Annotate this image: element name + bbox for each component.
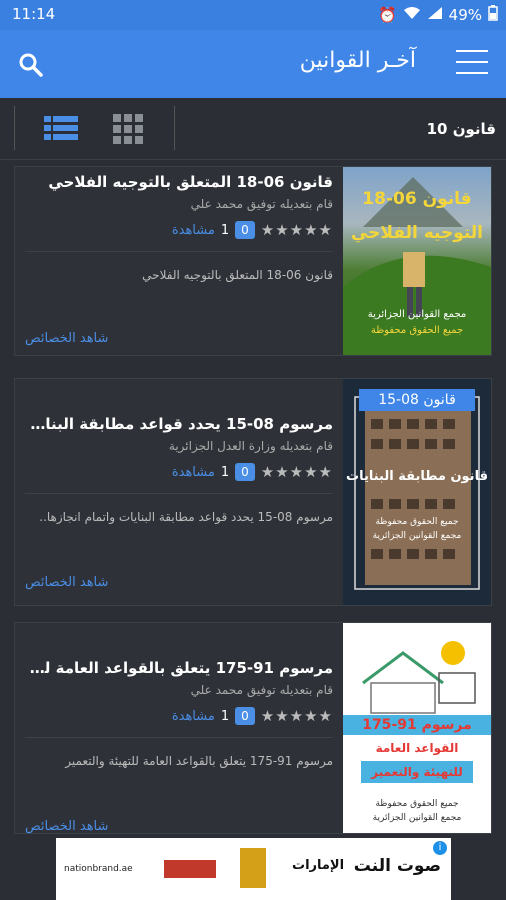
divider [174,106,175,150]
law-title[interactable]: مرسوم 91-175 يتعلق بالقواعد العامة للتهي… [25,659,333,677]
law-info: قانون 06-18 المتعلق بالتوجيه الفلاحي قام… [25,173,333,286]
rating-badge: 0 [235,463,255,481]
views-count: 1 [220,708,230,724]
battery-icon [488,5,498,25]
law-author: قام بتعديله توفيق محمد علي [190,197,333,211]
cover-subtitle: القواعد العامة [375,741,459,755]
law-title[interactable]: مرسوم 08-15 يحدد قواعد مطابقة البنايات و… [25,415,333,433]
ad-banner[interactable]: nationbrand.ae الإمارات صوت النت i [56,838,451,900]
search-icon[interactable] [18,52,44,78]
law-author: قام بتعديله وزارة العدل الجزائرية [168,439,333,453]
ad-info-icon[interactable]: i [433,841,447,855]
law-description: مرسوم 91-175 يتعلق بالقواعد العامة للتهي… [65,754,333,768]
cover-footer: جميع الحقوق محفوظة [370,325,464,336]
divider [25,251,333,252]
rating-badge: 0 [235,221,255,239]
ad-brand: nationbrand.ae [64,864,133,874]
cover-title: قانون 08-15 [359,389,475,411]
divider [25,737,333,738]
cover-footer: جميع الحقوق محفوظة [375,799,459,809]
app-bar: آخـر القوانين [0,30,506,98]
cover-subtitle: للتهيئة والتعمير [371,765,463,779]
law-meta: مشاهدة 1 0 ★★★★★ [25,707,333,725]
ad-logo [164,860,216,878]
book-cover[interactable]: قانون 08-15 قانون مطابقة البنايات جميع ا… [343,379,491,605]
view-details-link[interactable]: شاهد الخصائص [25,819,108,834]
divider [25,493,333,494]
law-title[interactable]: قانون 06-18 المتعلق بالتوجيه الفلاحي [25,173,333,191]
law-meta: مشاهدة 1 0 ★★★★★ [25,221,333,239]
law-author: قام بتعديله توفيق محمد علي [190,683,333,697]
page-title: آخـر القوانين [299,48,416,73]
cover-footer: جميع الحقوق محفوظة [375,517,459,527]
views-label: مشاهدة [171,708,215,724]
views-count: 1 [220,464,230,480]
view-details-link[interactable]: شاهد الخصائص [25,331,108,346]
list-item[interactable]: مرسوم 91-175 القواعد العامة للتهيئة والت… [14,622,492,834]
list-item[interactable]: قانون 08-15 قانون مطابقة البنايات جميع ا… [14,378,492,606]
law-description: مرسوم 08-15 يحدد قواعد مطابقة البنايات و… [39,510,333,524]
law-count: 10 قانون [426,120,496,138]
cover-subtitle: التوجيه الفلاحي [350,223,484,243]
cover-title: مرسوم 91-175 [362,717,472,733]
battery-percent: 49% [448,6,482,24]
cover-subtitle: قانون مطابقة البنايات [346,469,488,484]
view-details-link[interactable]: شاهد الخصائص [25,575,108,590]
views-count: 1 [220,222,230,238]
list-view-icon[interactable] [42,110,80,148]
ad-brand: صوت النت [353,856,441,876]
rating-badge: 0 [235,707,255,725]
law-info: مرسوم 08-15 يحدد قواعد مطابقة البنايات و… [25,415,333,528]
cover-footer: مجمع القوانين الجزائرية [367,309,467,320]
views-label: مشاهدة [171,464,215,480]
view-toolbar: 10 قانون [0,98,506,160]
cover-title: قانون 06-18 [362,189,472,209]
cover-footer: مجمع القوانين الجزائرية [372,531,462,541]
menu-icon[interactable] [456,50,488,78]
views-label: مشاهدة [171,222,215,238]
law-description: قانون 06-18 المتعلق بالتوجيه الفلاحي [142,268,333,282]
ad-brand: الإمارات [292,858,345,873]
signal-icon [427,6,443,24]
status-bar: 11:14 ⏰ 49% [0,0,506,30]
rating-stars-icon[interactable]: ★★★★★ [261,707,333,725]
rating-stars-icon[interactable]: ★★★★★ [261,221,333,239]
wifi-icon [403,6,421,24]
law-meta: مشاهدة 1 0 ★★★★★ [25,463,333,481]
grid-view-icon[interactable] [110,110,148,148]
list-item[interactable]: قانون 06-18 التوجيه الفلاحي مجمع القواني… [14,166,492,356]
divider [14,106,15,150]
law-info: مرسوم 91-175 يتعلق بالقواعد العامة للتهي… [25,659,333,772]
cover-footer: مجمع القوانين الجزائرية [372,813,462,823]
status-icons: ⏰ 49% [378,5,498,25]
ad-logo [240,848,266,888]
status-time: 11:14 [12,5,56,23]
book-cover[interactable]: قانون 06-18 التوجيه الفلاحي مجمع القواني… [343,167,491,355]
alarm-icon: ⏰ [377,6,397,24]
rating-stars-icon[interactable]: ★★★★★ [261,463,333,481]
book-cover[interactable]: مرسوم 91-175 القواعد العامة للتهيئة والت… [343,623,491,833]
